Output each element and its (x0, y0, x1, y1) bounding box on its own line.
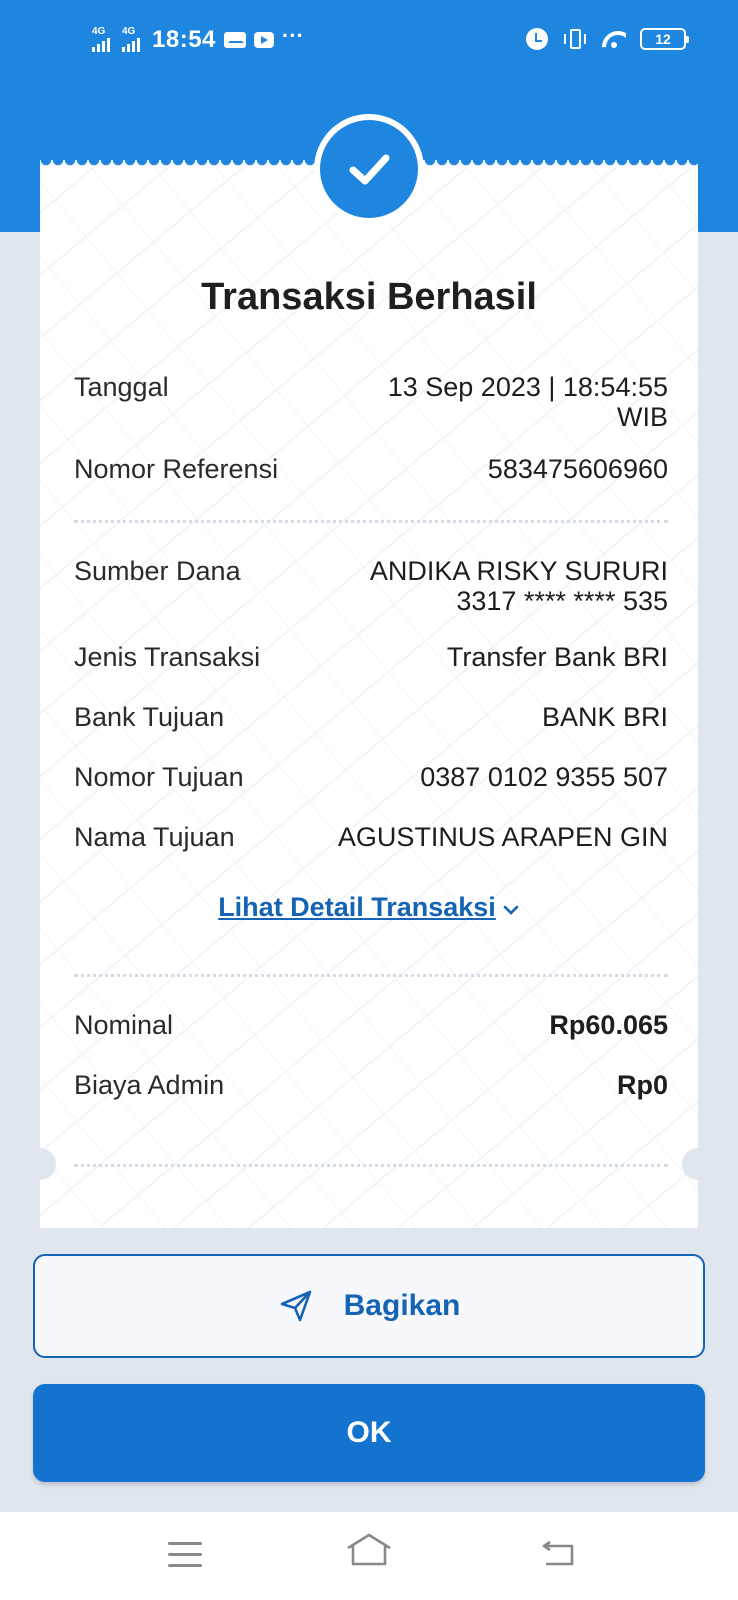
more-notifications-icon: ··· (281, 23, 304, 48)
status-left: 4G 4G 18:54 ··· (92, 23, 304, 54)
detail-transaction-link[interactable]: Lihat Detail Transaksi (40, 892, 698, 923)
row-value: Rp60.065 (549, 1010, 668, 1040)
row-label: Nomor Tujuan (74, 762, 244, 792)
vibrate-icon (562, 28, 588, 50)
row-nominal: Nominal Rp60.065 (74, 1010, 668, 1040)
row-nama-tujuan: Nama Tujuan AGUSTINUS ARAPEN GIN (74, 822, 668, 852)
date-value: 13 Sep 2023 | 18:54:55 (387, 372, 668, 402)
row-label: Sumber Dana (74, 556, 241, 586)
bri-watermark (40, 168, 698, 1228)
send-icon (280, 1290, 311, 1322)
chevron-down-icon[interactable] (502, 892, 520, 923)
checkmark-icon (349, 154, 390, 185)
row-value: 0387 0102 9355 507 (420, 762, 668, 792)
recent-apps-icon[interactable] (168, 1542, 202, 1575)
divider-tear (74, 1164, 668, 1167)
row-jenis-transaksi: Jenis Transaksi Transfer Bank BRI (74, 642, 668, 672)
system-nav-bar (0, 1512, 738, 1600)
success-check-badge (314, 114, 424, 224)
row-value: 583475606960 (487, 454, 668, 484)
status-time: 18:54 (152, 26, 216, 53)
back-icon[interactable] (540, 1538, 576, 1573)
account-name: ANDIKA RISKY SURURI (369, 556, 668, 586)
signal-2-icon: 4G (122, 26, 140, 52)
ok-label[interactable]: OK (347, 1416, 392, 1450)
youtube-icon (253, 32, 274, 48)
divider (74, 520, 668, 523)
share-label[interactable]: Bagikan (344, 1289, 461, 1323)
battery-icon: 12 (640, 28, 689, 50)
row-nomor-referensi: Nomor Referensi 583475606960 (74, 454, 668, 484)
receipt-card: Transaksi Berhasil Tanggal 13 Sep 2023 |… (40, 168, 698, 1228)
row-label: Jenis Transaksi (74, 642, 261, 672)
network-type-2: 4G (122, 26, 136, 37)
signal-1-icon: 4G (92, 26, 110, 52)
receipt-cut-right (682, 1148, 698, 1180)
row-nomor-tujuan: Nomor Tujuan 0387 0102 9355 507 (74, 762, 668, 792)
row-biaya-admin: Biaya Admin Rp0 (74, 1070, 668, 1100)
network-type-1: 4G (92, 26, 106, 37)
row-tanggal: Tanggal 13 Sep 2023 | 18:54:55 WIB (74, 372, 668, 432)
row-sumber-dana: Sumber Dana ANDIKA RISKY SURURI 3317 ***… (74, 556, 668, 616)
home-icon[interactable] (344, 1532, 394, 1573)
row-label: Nama Tujuan (74, 822, 235, 852)
row-label: Bank Tujuan (74, 702, 225, 732)
row-bank-tujuan: Bank Tujuan BANK BRI (74, 702, 668, 732)
page-title: Transaksi Berhasil (201, 276, 537, 318)
account-number: 3317 **** **** 535 (456, 586, 668, 616)
receipt-cut-left (40, 1148, 56, 1180)
ok-button[interactable]: OK (33, 1384, 705, 1482)
detail-link-label[interactable]: Lihat Detail Transaksi (218, 892, 496, 922)
alarm-icon (526, 28, 548, 50)
mail-icon (223, 32, 246, 48)
row-label: Nominal (74, 1010, 174, 1040)
row-label: Tanggal (74, 372, 169, 402)
row-value: AGUSTINUS ARAPEN GIN (337, 822, 668, 852)
row-value: Rp0 (616, 1070, 668, 1100)
row-value: 13 Sep 2023 | 18:54:55 WIB (388, 372, 668, 432)
share-button[interactable]: Bagikan (33, 1254, 705, 1358)
row-value: ANDIKA RISKY SURURI 3317 **** **** 535 (370, 556, 668, 616)
row-label: Biaya Admin (74, 1070, 225, 1100)
row-value: BANK BRI (541, 702, 668, 732)
row-label: Nomor Referensi (74, 454, 279, 484)
status-right: 12 (526, 28, 689, 50)
wifi-icon (602, 29, 626, 49)
timezone-value: WIB (617, 402, 668, 432)
row-value: Transfer Bank BRI (446, 642, 668, 672)
status-bar: 4G 4G 18:54 ··· 12 (0, 0, 738, 82)
divider (74, 974, 668, 977)
